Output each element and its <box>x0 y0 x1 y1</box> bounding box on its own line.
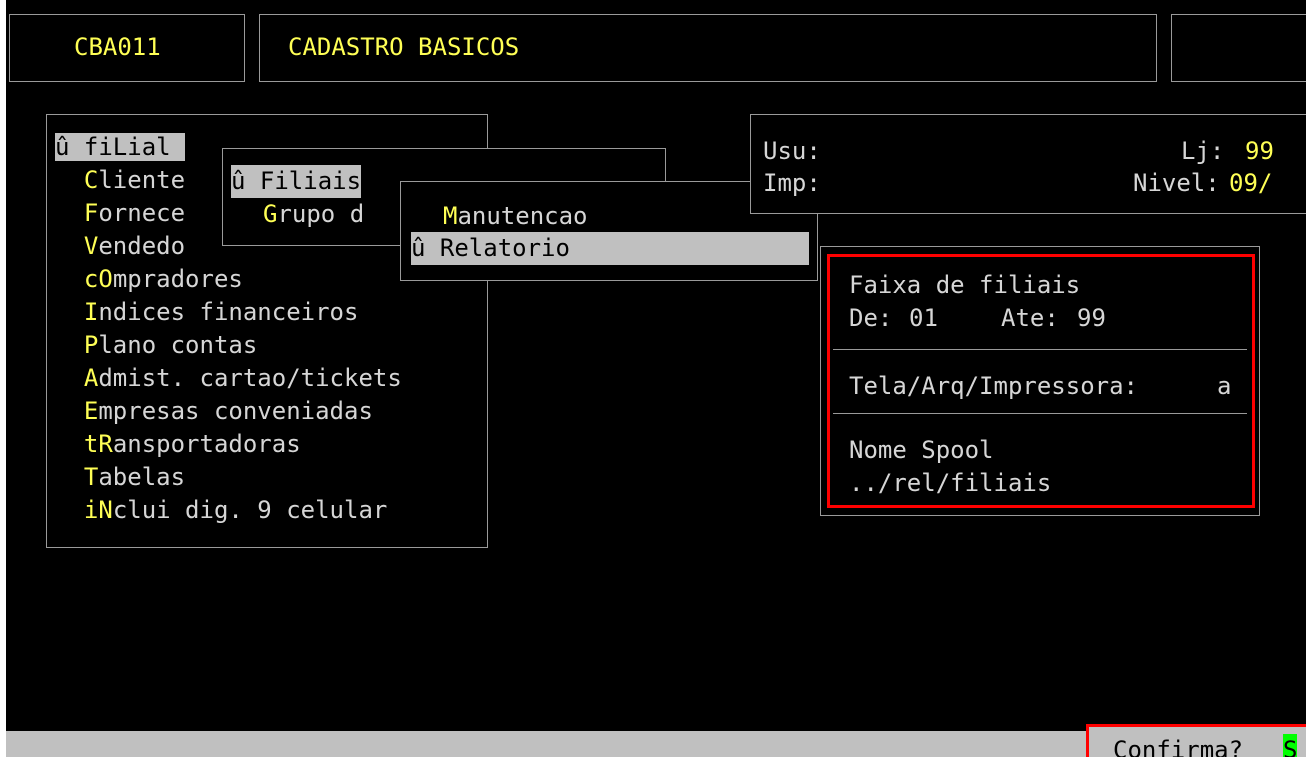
menu-item-abelas[interactable]: Tabelas <box>55 461 185 494</box>
program-code: CBA011 <box>74 33 161 61</box>
de-field[interactable]: 01 <box>909 302 938 335</box>
range-title: Faixa de filiais <box>849 271 1081 299</box>
menu-item-ansportadoras[interactable]: tRansportadoras <box>55 428 301 461</box>
header-right-box <box>1171 14 1306 82</box>
usu-label: Usu: <box>763 137 821 165</box>
menu-item-clui-dig-9-celular[interactable]: iNclui dig. 9 celular <box>55 494 387 527</box>
nivel-value: 09/ <box>1229 169 1273 197</box>
report-dialog: Faixa de filiais De: 01 Ate: 99 Tela/Arq… <box>820 246 1260 516</box>
menu-item-filial[interactable]: û fiLial <box>55 131 186 164</box>
confirm-box: Confirma? S <box>1086 724 1306 757</box>
dialog-separator <box>833 413 1247 414</box>
spool-label: Nome Spool <box>849 436 994 464</box>
menu-item-ndices-financeiros[interactable]: Indices financeiros <box>55 296 359 329</box>
spool-field[interactable]: ../rel/filiais <box>849 467 1051 500</box>
output-label: Tela/Arq/Impressora: <box>849 372 1138 400</box>
lj-value: 99 <box>1245 137 1274 165</box>
dialog-separator <box>833 349 1247 350</box>
confirm-label: Confirma? <box>1113 736 1244 757</box>
output-field[interactable]: a <box>1217 370 1231 403</box>
confirm-field[interactable]: S <box>1283 734 1298 757</box>
imp-label: Imp: <box>763 169 821 197</box>
de-label: De: <box>849 304 893 332</box>
menu-item-lano-contas[interactable]: Plano contas <box>55 329 257 362</box>
submenu-item-filiais[interactable]: û Filiais <box>231 165 362 198</box>
menu-item-ornece[interactable]: Fornece <box>55 197 185 230</box>
menu-item-mpradores[interactable]: cOmpradores <box>55 263 243 296</box>
submenu-item-manutencao[interactable]: Manutencao <box>443 200 588 233</box>
program-code-box: CBA011 <box>9 14 245 82</box>
submenu-item-relatorio[interactable]: û Relatorio <box>411 232 809 265</box>
title-box: CADASTRO BASICOS <box>259 14 1157 82</box>
submenu-item-grupo[interactable]: Grupo d <box>263 198 364 231</box>
terminal-screen: CBA011 CADASTRO BASICOS û fiLial Cliente… <box>6 0 1306 757</box>
nivel-label: Nivel: <box>1133 169 1220 197</box>
menu-item-mpresas-conveniadas[interactable]: Empresas conveniadas <box>55 395 373 428</box>
menu-item-endedo[interactable]: Vendedo <box>55 230 185 263</box>
status-box: Usu: Imp: Lj: 99 Nivel: 09/ <box>750 114 1306 214</box>
menu-item-dmist-cartao-tickets[interactable]: Admist. cartao/tickets <box>55 362 402 395</box>
ate-label: Ate: <box>1001 304 1059 332</box>
lj-label: Lj: <box>1181 137 1225 165</box>
page-title: CADASTRO BASICOS <box>288 33 520 61</box>
menu-item-liente[interactable]: Cliente <box>55 164 185 197</box>
ate-field[interactable]: 99 <box>1077 302 1106 335</box>
